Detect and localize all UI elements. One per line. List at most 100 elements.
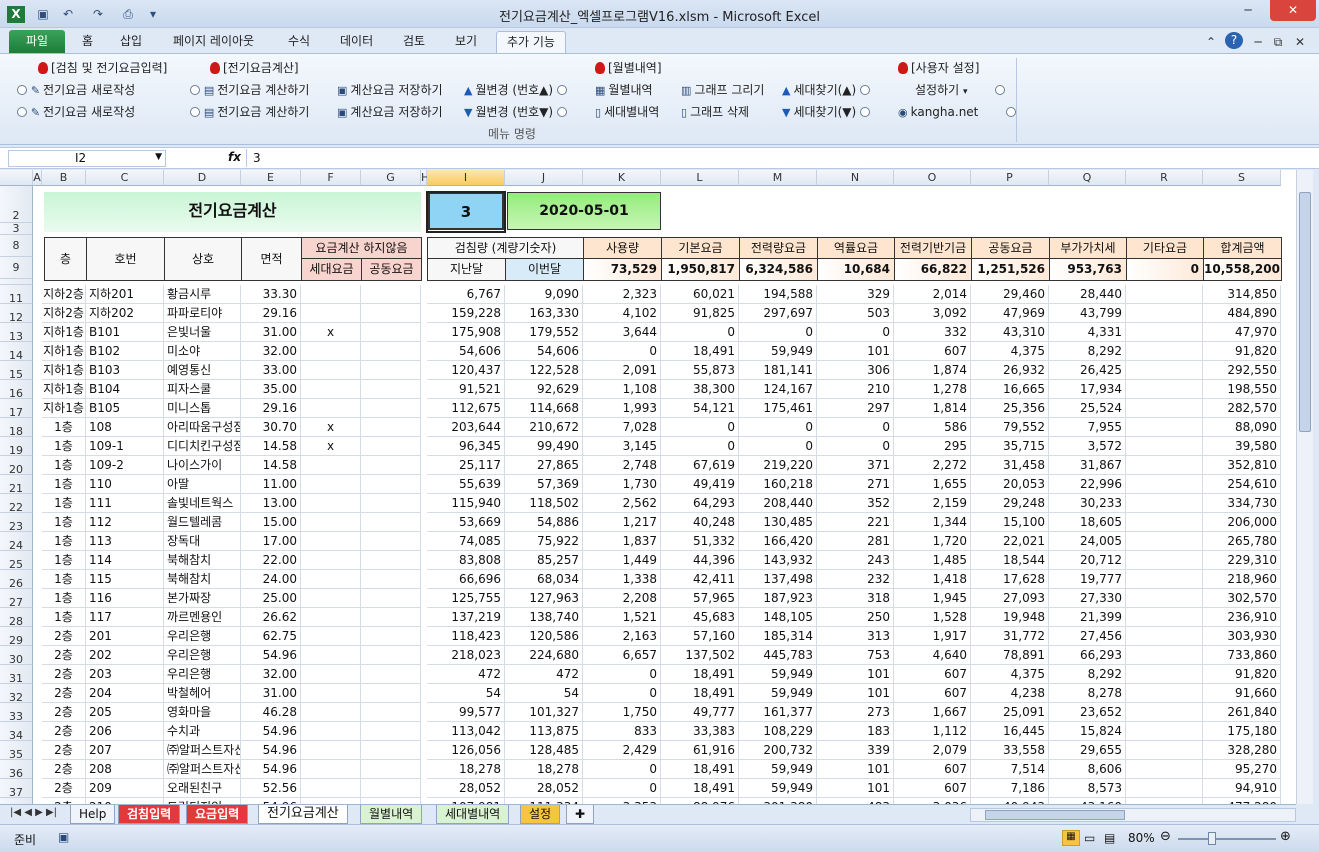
table-cell[interactable]: 66,293 [1049, 646, 1126, 665]
table-cell[interactable]: 54 [505, 684, 583, 703]
table-cell[interactable]: 32.00 [241, 665, 301, 684]
table-cell[interactable] [1126, 532, 1203, 551]
table-cell[interactable]: 166,420 [739, 532, 817, 551]
column-header-s[interactable]: S [1203, 170, 1281, 186]
table-cell[interactable]: 1층 [42, 513, 86, 532]
table-cell[interactable]: 281 [817, 532, 894, 551]
table-cell[interactable]: 2층 [42, 665, 86, 684]
table-cell[interactable]: 1층 [42, 570, 86, 589]
column-header-c[interactable]: C [86, 170, 164, 186]
table-cell[interactable]: 203 [86, 665, 164, 684]
table-cell[interactable]: 14.58 [241, 437, 301, 456]
table-cell[interactable]: ㈜알퍼스트자산 [164, 760, 241, 779]
table-cell[interactable]: 나이스가이 [164, 456, 241, 475]
table-cell[interactable]: 25,356 [971, 399, 1049, 418]
tab-page-layout[interactable]: 페이지 레이아웃 [163, 31, 264, 53]
table-cell[interactable] [361, 684, 421, 703]
table-cell[interactable]: 318 [817, 589, 894, 608]
table-cell[interactable]: 18,491 [661, 665, 739, 684]
table-cell[interactable]: 22.00 [241, 551, 301, 570]
table-cell[interactable]: 302,570 [1203, 589, 1281, 608]
table-cell[interactable]: 282,570 [1203, 399, 1281, 418]
table-cell[interactable]: 아딸 [164, 475, 241, 494]
table-cell[interactable]: 까르멘용인 [164, 608, 241, 627]
table-cell[interactable]: 4,102 [583, 304, 661, 323]
table-cell[interactable]: 114,668 [505, 399, 583, 418]
table-cell[interactable]: 18,491 [661, 342, 739, 361]
table-cell[interactable]: 101 [817, 665, 894, 684]
table-cell[interactable]: 미니스톱 [164, 399, 241, 418]
table-cell[interactable]: 47,969 [971, 304, 1049, 323]
table-cell[interactable]: 18,278 [427, 760, 505, 779]
table-cell[interactable]: 47,970 [1203, 323, 1281, 342]
table-cell[interactable]: 30.70 [241, 418, 301, 437]
table-cell[interactable]: 은빛너울 [164, 323, 241, 342]
table-cell[interactable] [1126, 494, 1203, 513]
table-cell[interactable] [361, 494, 421, 513]
column-header-d[interactable]: D [164, 170, 241, 186]
table-cell[interactable]: 1,485 [894, 551, 971, 570]
table-cell[interactable]: 91,820 [1203, 665, 1281, 684]
table-cell[interactable] [301, 399, 361, 418]
table-cell[interactable] [361, 323, 421, 342]
table-cell[interactable]: 지하1층 [42, 361, 86, 380]
row-header-9[interactable]: 9 [0, 257, 33, 279]
table-cell[interactable] [361, 418, 421, 437]
table-cell[interactable]: 198,550 [1203, 380, 1281, 399]
table-cell[interactable]: 디디치킨구성점 [164, 437, 241, 456]
table-cell[interactable]: 88,090 [1203, 418, 1281, 437]
table-cell[interactable]: 108 [86, 418, 164, 437]
table-cell[interactable]: 59,949 [739, 779, 817, 798]
sheet-tab-settings[interactable]: 설정 [520, 805, 561, 824]
table-cell[interactable]: 115,940 [427, 494, 505, 513]
table-cell[interactable] [301, 285, 361, 304]
table-cell[interactable]: 8,606 [1049, 760, 1126, 779]
table-cell[interactable]: 2,079 [894, 741, 971, 760]
table-cell[interactable]: 1,814 [894, 399, 971, 418]
table-cell[interactable]: 2,091 [583, 361, 661, 380]
table-cell[interactable]: 206 [86, 722, 164, 741]
table-cell[interactable] [301, 665, 361, 684]
table-cell[interactable]: 120,586 [505, 627, 583, 646]
table-cell[interactable]: 352 [817, 494, 894, 513]
table-cell[interactable]: 21,399 [1049, 608, 1126, 627]
column-header-m[interactable]: M [739, 170, 817, 186]
table-cell[interactable]: 29.16 [241, 304, 301, 323]
tab-home[interactable]: 홈 [72, 31, 103, 53]
table-cell[interactable]: 1,217 [583, 513, 661, 532]
table-cell[interactable]: 210,672 [505, 418, 583, 437]
tab-add-ins[interactable]: 추가 기능 [496, 31, 566, 53]
sheet-tab-household[interactable]: 세대별내역 [436, 805, 510, 824]
table-cell[interactable] [361, 703, 421, 722]
table-cell[interactable]: 179,552 [505, 323, 583, 342]
table-cell[interactable] [361, 570, 421, 589]
row-header[interactable]: 37 [0, 779, 33, 799]
delete-graph-button[interactable]: ▯ 그래프 삭제 [681, 104, 749, 121]
row-header-2[interactable]: 2 [0, 186, 33, 223]
tab-view[interactable]: 보기 [445, 31, 487, 53]
table-cell[interactable]: 1,112 [894, 722, 971, 741]
table-cell[interactable]: 31,458 [971, 456, 1049, 475]
table-cell[interactable]: 297 [817, 399, 894, 418]
table-cell[interactable]: 201 [86, 627, 164, 646]
table-cell[interactable]: 2,323 [583, 285, 661, 304]
table-cell[interactable]: 175,461 [739, 399, 817, 418]
table-cell[interactable]: 2,163 [583, 627, 661, 646]
table-cell[interactable]: 586 [894, 418, 971, 437]
table-cell[interactable]: 2,014 [894, 285, 971, 304]
column-header-o[interactable]: O [894, 170, 971, 186]
table-cell[interactable]: 0 [583, 779, 661, 798]
table-cell[interactable]: 18,605 [1049, 513, 1126, 532]
hscroll-thumb[interactable] [985, 810, 1125, 820]
table-cell[interactable]: 예영통신 [164, 361, 241, 380]
row-header[interactable]: 30 [0, 646, 33, 666]
table-cell[interactable]: 박철헤어 [164, 684, 241, 703]
table-cell[interactable]: 2,429 [583, 741, 661, 760]
table-cell[interactable] [361, 760, 421, 779]
table-cell[interactable] [1126, 627, 1203, 646]
table-cell[interactable]: 54,606 [505, 342, 583, 361]
table-cell[interactable]: 243 [817, 551, 894, 570]
table-cell[interactable]: 3,145 [583, 437, 661, 456]
table-cell[interactable] [301, 380, 361, 399]
table-cell[interactable]: 15,824 [1049, 722, 1126, 741]
